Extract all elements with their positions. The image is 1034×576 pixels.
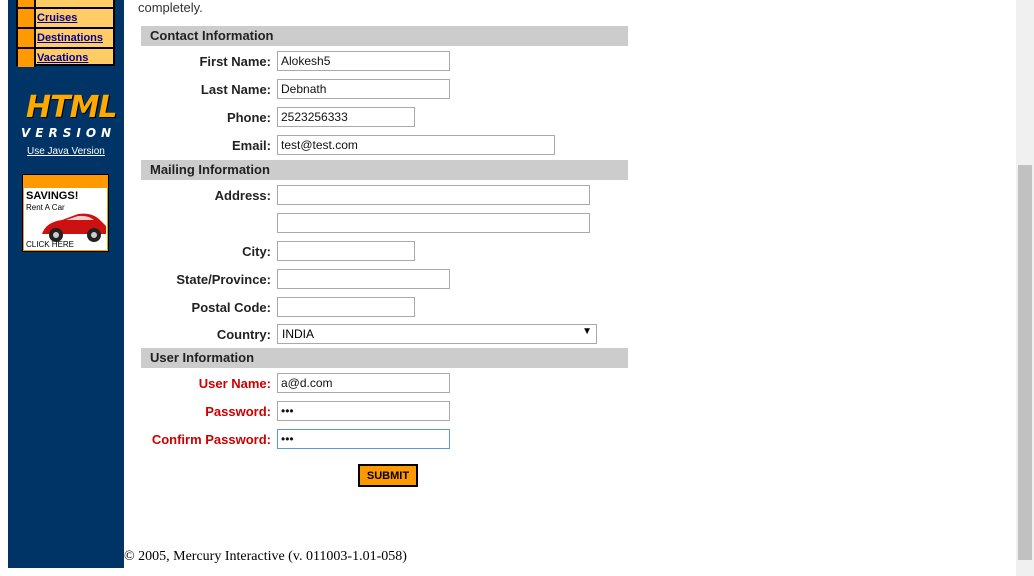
logo-html-text: HTML <box>26 90 118 125</box>
country-label: Country: <box>216 327 271 342</box>
nav-item-destinations[interactable]: Destinations <box>18 29 113 49</box>
confirm-password-label: Confirm Password: <box>151 432 271 447</box>
ad-click-here: CLICK HERE <box>26 240 75 249</box>
nav-link-destinations[interactable]: Destinations <box>37 32 103 44</box>
rent-a-car-ad[interactable]: SAVINGS! Rent A Car CLICK HERE <box>22 174 109 252</box>
state-province-input[interactable] <box>277 269 450 289</box>
phone-label: Phone: <box>226 110 271 125</box>
mailing-section-header: Mailing Information <box>141 160 628 180</box>
user-name-label: User Name: <box>198 376 271 391</box>
page-margin <box>0 0 8 576</box>
user-name-input[interactable] <box>277 373 450 393</box>
password-input[interactable] <box>277 401 450 421</box>
nav-item-cruises[interactable]: Cruises <box>18 9 113 29</box>
submit-button[interactable]: SUBMIT <box>358 464 418 487</box>
intro-text: completely. <box>138 0 203 15</box>
state-province-label: State/Province: <box>176 272 271 287</box>
first-name-label: First Name: <box>199 54 271 69</box>
address-input-1[interactable] <box>277 185 590 205</box>
nav-bullet <box>18 49 36 67</box>
password-label: Password: <box>205 404 271 419</box>
nav-menu: Cruises Destinations Vacations <box>16 0 115 69</box>
last-name-label: Last Name: <box>200 82 271 97</box>
sidebar <box>8 0 124 568</box>
phone-input[interactable] <box>277 107 415 127</box>
scrollbar-thumb[interactable] <box>1018 165 1032 560</box>
section-title: Mailing Information <box>150 162 270 177</box>
nav-link-cruises[interactable]: Cruises <box>37 12 77 24</box>
address-label: Address: <box>214 188 271 203</box>
nav-bullet <box>18 29 36 47</box>
ad-banner: SAVINGS! Rent A Car CLICK HERE <box>24 188 107 250</box>
postal-code-label: Postal Code: <box>191 300 271 315</box>
country-select[interactable]: INDIA ▼ <box>277 324 597 344</box>
contact-section-header: Contact Information <box>141 26 628 46</box>
postal-code-input[interactable] <box>277 297 415 317</box>
user-section-header: User Information <box>141 348 628 368</box>
dropdown-arrow-icon: ▼ <box>582 326 592 337</box>
confirm-password-input[interactable] <box>277 429 450 449</box>
nav-link-vacations[interactable]: Vacations <box>37 52 88 64</box>
email-label: Email: <box>231 138 271 153</box>
email-input[interactable] <box>277 135 555 155</box>
car-icon <box>42 213 106 242</box>
vertical-scrollbar[interactable] <box>1016 0 1034 576</box>
address-input-2[interactable] <box>277 213 590 233</box>
nav-bullet <box>18 9 36 27</box>
section-title: User Information <box>150 350 255 365</box>
city-input[interactable] <box>277 241 415 261</box>
first-name-input[interactable] <box>277 51 450 71</box>
last-name-input[interactable] <box>277 79 450 99</box>
use-java-version-link[interactable]: Use Java Version <box>27 146 105 157</box>
nav-item-vacations[interactable]: Vacations <box>18 49 113 69</box>
city-label: City: <box>242 244 271 259</box>
copyright-footer: © 2005, Mercury Interactive (v. 011003-1… <box>124 549 407 564</box>
ad-title: SAVINGS! <box>26 190 79 202</box>
country-selected-value: INDIA <box>282 327 315 341</box>
section-title: Contact Information <box>150 28 274 43</box>
html-version-logo: HTML VERSION <box>20 90 118 142</box>
logo-version-text: VERSION <box>21 126 117 140</box>
